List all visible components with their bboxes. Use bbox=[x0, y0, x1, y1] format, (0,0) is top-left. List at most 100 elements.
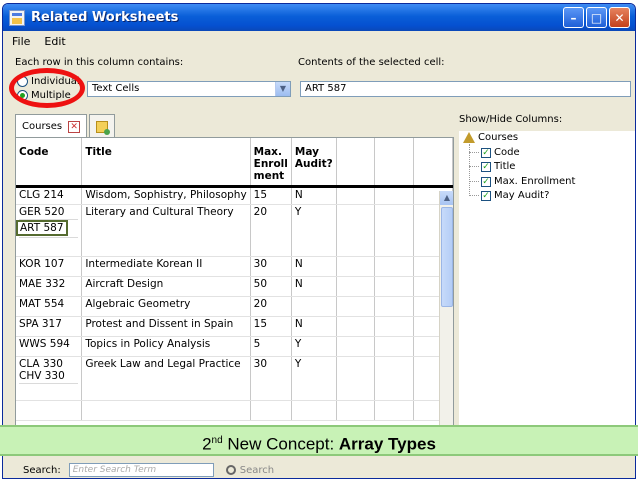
scroll-up-icon[interactable]: ▲ bbox=[440, 191, 453, 205]
header-empty[interactable] bbox=[336, 138, 376, 188]
menu-file[interactable]: File bbox=[12, 35, 30, 48]
cell-max[interactable]: 20 bbox=[250, 204, 292, 257]
menu-edit[interactable]: Edit bbox=[44, 35, 65, 48]
selected-cell[interactable]: ART 587 bbox=[16, 219, 68, 236]
cell-empty[interactable] bbox=[16, 400, 83, 421]
tab-courses[interactable]: Courses ✕ bbox=[15, 114, 88, 138]
cell-max[interactable]: 30 bbox=[250, 356, 292, 401]
cell-title[interactable]: Aircraft Design bbox=[81, 276, 251, 297]
cell-code[interactable]: WWS 594 bbox=[16, 336, 83, 357]
cell-empty[interactable] bbox=[336, 276, 376, 297]
tab-close-icon[interactable]: ✕ bbox=[68, 120, 81, 133]
cell-empty[interactable] bbox=[250, 400, 292, 421]
cell-audit[interactable]: Y bbox=[291, 356, 337, 401]
cell-audit[interactable]: N bbox=[291, 186, 337, 205]
tree-item-title[interactable]: ✓ Title bbox=[481, 160, 515, 173]
concept-banner: 2nd New Concept: Array Types bbox=[0, 425, 638, 456]
close-button[interactable]: ✕ bbox=[609, 7, 630, 28]
cell-title[interactable]: Topics in Policy Analysis bbox=[81, 336, 251, 357]
cell-code[interactable]: KOR 107 bbox=[16, 256, 83, 277]
cell-audit[interactable]: N bbox=[291, 316, 337, 337]
title-bar[interactable]: Related Worksheets – □ ✕ bbox=[3, 4, 635, 31]
cell-empty[interactable] bbox=[374, 276, 415, 297]
cell-code-subcell-empty[interactable] bbox=[19, 236, 79, 249]
search-button[interactable]: Search bbox=[225, 465, 274, 476]
cell-max[interactable]: 20 bbox=[250, 296, 292, 317]
tree-item-may-audit[interactable]: ✓ May Audit? bbox=[481, 189, 549, 202]
maximize-button[interactable]: □ bbox=[586, 7, 607, 28]
cell-contents-field[interactable]: ART 587 bbox=[300, 81, 631, 97]
cell-empty[interactable] bbox=[336, 296, 376, 317]
cell-empty[interactable] bbox=[374, 316, 415, 337]
header-max-enrollment[interactable]: Max. Enroll ment bbox=[250, 138, 292, 188]
cell-empty[interactable] bbox=[374, 186, 415, 205]
cell-code[interactable]: SPA 317 bbox=[16, 316, 83, 337]
minimize-button[interactable]: – bbox=[563, 7, 584, 28]
cell-empty[interactable] bbox=[336, 186, 376, 205]
cell-empty[interactable] bbox=[81, 400, 251, 421]
cell-audit[interactable] bbox=[291, 296, 337, 317]
tree-item-code[interactable]: ✓ Code bbox=[481, 146, 520, 159]
cell-empty[interactable] bbox=[336, 256, 376, 277]
cell-code-value[interactable]: GER 520 bbox=[19, 206, 78, 218]
cell-empty[interactable] bbox=[374, 336, 415, 357]
cell-empty[interactable] bbox=[374, 356, 415, 401]
cell-audit[interactable]: N bbox=[291, 276, 337, 297]
tree-connector bbox=[469, 195, 479, 196]
cell-code[interactable]: MAE 332 bbox=[16, 276, 83, 297]
cell-audit[interactable]: N bbox=[291, 256, 337, 277]
chevron-down-icon[interactable]: ▼ bbox=[275, 82, 290, 96]
cell-empty[interactable] bbox=[336, 316, 376, 337]
cell-code[interactable]: CLG 214 bbox=[16, 186, 83, 205]
cell-empty[interactable] bbox=[374, 204, 415, 257]
tab-new-worksheet[interactable] bbox=[89, 114, 116, 138]
cell-empty[interactable] bbox=[374, 296, 415, 317]
cell-code-multi[interactable]: GER 520 ART 587 bbox=[16, 204, 83, 257]
cell-code[interactable]: MAT 554 bbox=[16, 296, 83, 317]
header-empty[interactable] bbox=[413, 138, 453, 188]
cell-code-value[interactable]: CLA 330 bbox=[19, 358, 78, 370]
cell-max[interactable]: 5 bbox=[250, 336, 292, 357]
search-input[interactable]: Enter Search Term bbox=[68, 463, 214, 477]
cell-max[interactable]: 50 bbox=[250, 276, 292, 297]
cell-max[interactable]: 30 bbox=[250, 256, 292, 277]
cell-type-select[interactable]: Text Cells ▼ bbox=[87, 81, 291, 97]
tree-item-label: Title bbox=[494, 161, 516, 172]
table-row: MAT 554 Algebraic Geometry 20 bbox=[16, 296, 453, 317]
checkbox-max-enrollment[interactable]: ✓ bbox=[481, 176, 491, 187]
cell-empty[interactable] bbox=[336, 336, 376, 357]
header-title[interactable]: Title bbox=[81, 138, 251, 188]
cell-max[interactable]: 15 bbox=[250, 316, 292, 337]
cell-title[interactable]: Algebraic Geometry bbox=[81, 296, 251, 317]
cell-empty[interactable] bbox=[336, 356, 376, 401]
checkbox-code[interactable]: ✓ bbox=[481, 147, 491, 158]
tree-item-max-enrollment[interactable]: ✓ Max. Enrollment bbox=[481, 175, 575, 188]
tree-root-courses[interactable]: Courses bbox=[463, 131, 518, 144]
table-row: SPA 317 Protest and Dissent in Spain 15 … bbox=[16, 316, 453, 337]
cell-empty[interactable] bbox=[374, 256, 415, 277]
cell-title[interactable]: Greek Law and Legal Practice bbox=[81, 356, 251, 401]
table-vertical-scrollbar[interactable]: ▲ bbox=[439, 191, 453, 432]
cell-empty[interactable] bbox=[374, 400, 415, 421]
cell-title[interactable]: Wisdom, Sophistry, Philosophy bbox=[81, 186, 251, 205]
cell-title[interactable]: Protest and Dissent in Spain bbox=[81, 316, 251, 337]
cell-empty[interactable] bbox=[336, 204, 376, 257]
cell-title[interactable]: Intermediate Korean II bbox=[81, 256, 251, 277]
cell-max[interactable]: 15 bbox=[250, 186, 292, 205]
cell-audit[interactable]: Y bbox=[291, 204, 337, 257]
header-empty[interactable] bbox=[374, 138, 415, 188]
tree-connector bbox=[469, 181, 479, 182]
checkbox-may-audit[interactable]: ✓ bbox=[481, 190, 491, 201]
header-code[interactable]: Code bbox=[16, 138, 83, 188]
header-may-audit[interactable]: May Audit? bbox=[291, 138, 337, 188]
cell-code-subcell-empty[interactable] bbox=[19, 382, 79, 395]
checkbox-title[interactable]: ✓ bbox=[481, 161, 491, 172]
scroll-thumb[interactable] bbox=[441, 207, 453, 307]
cell-code-subcell[interactable]: ART 587 bbox=[16, 218, 79, 236]
cell-audit[interactable]: Y bbox=[291, 336, 337, 357]
cell-empty[interactable] bbox=[291, 400, 337, 421]
cell-code-multi[interactable]: CLA 330 CHV 330 bbox=[16, 356, 83, 401]
cell-empty[interactable] bbox=[336, 400, 376, 421]
cell-code-value-2[interactable]: CHV 330 bbox=[19, 370, 78, 382]
cell-title[interactable]: Literary and Cultural Theory bbox=[81, 204, 251, 257]
